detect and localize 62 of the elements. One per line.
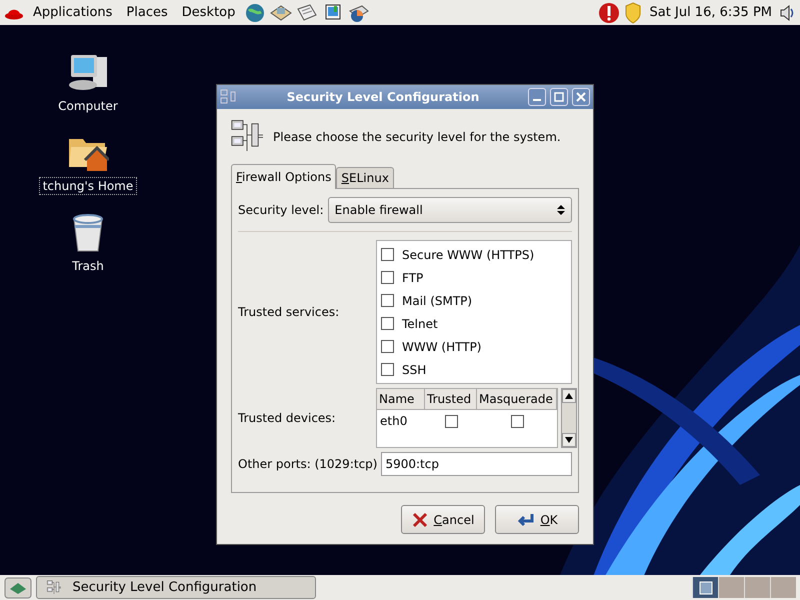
minimize-icon [533, 99, 541, 101]
minimize-button[interactable] [528, 88, 546, 106]
globe-icon[interactable] [244, 2, 266, 22]
taskbar-button[interactable]: Security Level Configuration [36, 576, 316, 599]
window-title: Security Level Configuration [286, 90, 480, 104]
desktop-icon[interactable] [4, 576, 32, 598]
document-icon[interactable] [296, 2, 318, 22]
checkbox[interactable] [381, 248, 394, 262]
clock[interactable]: Sat Jul 16, 6:35 PM [650, 5, 772, 20]
field-label: Trusted devices: [238, 411, 336, 426]
close-button[interactable] [572, 88, 590, 106]
up-arrow-icon[interactable] [565, 393, 573, 400]
computer-icon [67, 53, 109, 93]
table-cell: eth0 [380, 414, 408, 428]
alert-icon[interactable] [598, 2, 620, 24]
chart-icon[interactable] [348, 2, 370, 22]
workspace[interactable] [692, 577, 718, 598]
menu-item[interactable]: Places [121, 5, 173, 20]
cancel-button[interactable]: Cancel [401, 505, 485, 534]
checkbox[interactable] [381, 317, 394, 330]
checkbox[interactable] [381, 363, 394, 376]
checkbox[interactable] [444, 414, 458, 428]
checkbox[interactable] [381, 294, 394, 308]
checkbox-label: FTP [402, 270, 424, 285]
checkbox-label: Mail (SMTP) [402, 294, 472, 308]
checkbox[interactable] [381, 340, 394, 354]
field-label: Trusted services: [238, 305, 340, 320]
mail-icon[interactable] [270, 2, 292, 22]
cross-icon [412, 512, 428, 528]
ok-button[interactable]: OK [495, 505, 579, 534]
security-level-dropdown[interactable]: Enable firewall [328, 197, 572, 224]
field-label: Other ports: (1029:tcp) [238, 457, 378, 472]
desktop-icon-label[interactable]: tchung's Home [38, 177, 138, 195]
menu-item[interactable]: Desktop [176, 5, 240, 20]
down-arrow-icon[interactable] [565, 437, 573, 444]
return-arrow-icon [516, 512, 534, 528]
tab[interactable]: Firewall Options [231, 164, 336, 190]
tab[interactable]: SELinux [336, 167, 394, 188]
trash-icon [71, 213, 105, 253]
close-icon [576, 92, 586, 102]
maximize-icon [554, 92, 564, 102]
menu-item[interactable]: Applications [28, 5, 118, 20]
volume-icon[interactable] [780, 4, 796, 22]
column-header[interactable]: Name [377, 389, 425, 410]
window-icon [698, 580, 712, 594]
desktop-icon-label[interactable]: Computer [54, 97, 122, 115]
desktop-icon-label[interactable]: Trash [68, 257, 108, 275]
ports-input[interactable]: 5900:tcp [381, 452, 572, 476]
maximize-button[interactable] [550, 88, 568, 106]
field-label: Security level: [238, 203, 324, 218]
checkbox[interactable] [510, 414, 524, 428]
updown-arrows-icon [557, 204, 565, 216]
checkbox[interactable] [381, 271, 394, 284]
checkbox-label: Telnet [402, 316, 438, 331]
column-header[interactable]: Trusted [425, 389, 477, 410]
checkbox-label: WWW (HTTP) [402, 340, 482, 354]
checkbox-label: SSH [402, 362, 426, 377]
scrollbar[interactable] [561, 388, 577, 448]
badge-icon[interactable] [624, 2, 642, 24]
column-header[interactable]: Masquerade [477, 389, 557, 410]
checkbox-label: Secure WWW (HTTPS) [402, 248, 534, 262]
intro-text: Please choose the security level for the system. [273, 130, 561, 144]
